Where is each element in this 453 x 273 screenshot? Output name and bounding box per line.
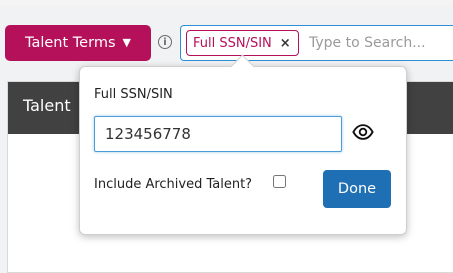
talent-panel-title: Talent [23, 96, 71, 115]
include-archived-checkbox[interactable] [273, 175, 286, 188]
ssn-input[interactable] [94, 116, 342, 152]
ssn-field-label: Full SSN/SIN [94, 87, 173, 102]
search-input[interactable] [309, 31, 453, 55]
info-circle-icon[interactable]: i [158, 35, 172, 49]
search-box[interactable]: Full SSN/SIN × [180, 25, 453, 61]
close-icon[interactable]: × [280, 36, 291, 51]
top-strip [0, 0, 453, 6]
talent-terms-label: Talent Terms [25, 35, 116, 51]
done-button[interactable]: Done [323, 170, 391, 208]
search-tag-label: Full SSN/SIN [193, 35, 272, 51]
info-glyph: i [163, 36, 167, 48]
chevron-down-icon: ▼ [122, 35, 131, 49]
ssn-popover: Full SSN/SIN Include Archived Talent? Do… [79, 54, 407, 235]
include-archived-label: Include Archived Talent? [94, 177, 253, 192]
search-tag: Full SSN/SIN × [186, 30, 299, 56]
eye-icon[interactable] [352, 121, 374, 143]
talent-terms-button[interactable]: Talent Terms ▼ [5, 25, 151, 61]
